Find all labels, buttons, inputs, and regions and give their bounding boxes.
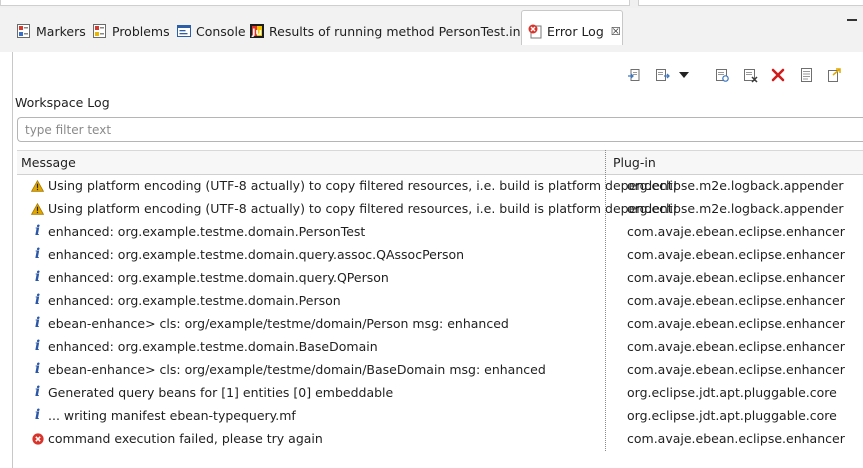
warning-icon xyxy=(31,202,44,215)
side-panel-edge xyxy=(638,0,863,6)
top-strip xyxy=(0,0,863,8)
log-plugin: com.avaje.ebean.eclipse.enhancer xyxy=(627,224,845,239)
log-message: enhanced: org.example.testme.domain.Base… xyxy=(48,339,378,354)
restore-log-icon[interactable] xyxy=(798,67,814,83)
view-menu-dropdown-icon[interactable] xyxy=(676,67,692,83)
log-message: command execution failed, please try aga… xyxy=(48,431,323,446)
log-plugin: com.avaje.ebean.eclipse.enhancer xyxy=(627,339,845,354)
log-row[interactable]: command execution failed, please try aga… xyxy=(17,427,863,450)
log-message: enhanced: org.example.testme.domain.quer… xyxy=(48,247,465,262)
log-message: Generated query beans for [1] entities [… xyxy=(48,385,394,400)
tab-label-markers: Markers xyxy=(36,23,86,39)
log-plugin: com.avaje.ebean.eclipse.enhancer xyxy=(627,362,845,377)
open-log-icon[interactable] xyxy=(714,67,730,83)
log-row[interactable]: i ... writing manifest ebean-typequery.mf… xyxy=(17,404,863,427)
log-message: Using platform encoding (UTF-8 actually)… xyxy=(48,178,678,193)
log-plugin: com.avaje.ebean.eclipse.enhancer xyxy=(627,293,845,308)
log-message: ... writing manifest ebean-typequery.mf xyxy=(48,408,296,423)
column-header-plugin[interactable]: Plug-in xyxy=(613,155,656,170)
export-entry-icon[interactable] xyxy=(826,67,842,83)
log-plugin: org.eclipse.jdt.apt.pluggable.core xyxy=(627,385,837,400)
log-message: Using platform encoding (UTF-8 actually)… xyxy=(48,201,678,216)
tab-junit-results[interactable]: Ju Results of running method PersonTest.… xyxy=(249,20,545,42)
log-table-body: Using platform encoding (UTF-8 actually)… xyxy=(17,174,863,450)
tab-label-problems: Problems xyxy=(112,23,170,39)
log-plugin: com.avaje.ebean.eclipse.enhancer xyxy=(627,247,845,262)
view-tab-bar: Markers Problems Console Ju Results of r… xyxy=(0,8,863,52)
tab-error-log[interactable]: Error Log ☒ xyxy=(521,10,623,45)
info-icon: i xyxy=(34,315,41,331)
log-plugin: com.avaje.ebean.eclipse.enhancer xyxy=(627,316,845,331)
tab-label-console: Console xyxy=(196,23,246,39)
log-row[interactable]: i enhanced: org.example.testme.domain.Bas… xyxy=(17,335,863,358)
tab-label-junit-results: Results of running method PersonTest.ins… xyxy=(269,23,545,39)
log-message: enhanced: org.example.testme.domain.quer… xyxy=(48,270,389,285)
workspace-log-title: Workspace Log xyxy=(15,95,110,110)
tab-problems[interactable]: Problems xyxy=(92,20,170,42)
svg-text:Ju: Ju xyxy=(251,28,262,38)
table-header: Message Plug-in xyxy=(17,150,863,175)
export-log-icon[interactable] xyxy=(626,67,642,83)
log-plugin: org.eclipse.m2e.logback.appender xyxy=(627,201,844,216)
info-icon: i xyxy=(34,384,41,400)
log-message: enhanced: org.example.testme.domain.Pers… xyxy=(48,224,366,239)
log-row[interactable]: i ebean-enhance> cls: org/example/testme/… xyxy=(17,358,863,381)
info-icon: i xyxy=(34,338,41,354)
view-toolbar xyxy=(626,66,854,84)
editor-area-edge xyxy=(0,0,630,6)
log-plugin: org.eclipse.jdt.apt.pluggable.core xyxy=(627,408,837,423)
log-message: ebean-enhance> cls: org/example/testme/d… xyxy=(48,316,509,331)
tab-console[interactable]: Console xyxy=(176,20,246,42)
info-icon: i xyxy=(34,292,41,308)
log-row[interactable]: i ebean-enhance> cls: org/example/testme/… xyxy=(17,312,863,335)
info-icon: i xyxy=(34,407,41,423)
column-header-message[interactable]: Message xyxy=(21,155,76,170)
warning-icon xyxy=(31,179,44,192)
log-row[interactable]: i enhanced: org.example.testme.domain.que… xyxy=(17,266,863,289)
log-row[interactable]: Using platform encoding (UTF-8 actually)… xyxy=(17,197,863,220)
log-plugin: com.avaje.ebean.eclipse.enhancer xyxy=(627,431,845,446)
close-tab-icon[interactable]: ☒ xyxy=(611,25,621,38)
filter-field[interactable] xyxy=(17,117,863,142)
log-plugin: com.avaje.ebean.eclipse.enhancer xyxy=(627,270,845,285)
info-icon: i xyxy=(34,361,41,377)
log-message: ebean-enhance> cls: org/example/testme/d… xyxy=(48,362,546,377)
minimize-view-icon[interactable] xyxy=(847,19,857,21)
log-row[interactable]: i enhanced: org.example.testme.domain.que… xyxy=(17,243,863,266)
error-log-icon xyxy=(528,24,542,39)
markers-icon xyxy=(17,24,30,38)
delete-log-icon[interactable] xyxy=(770,67,786,83)
error-icon xyxy=(31,432,44,445)
clear-log-icon[interactable] xyxy=(742,67,758,83)
log-row[interactable]: Using platform encoding (UTF-8 actually)… xyxy=(17,174,863,197)
log-row[interactable]: i enhanced: org.example.testme.domain.Per… xyxy=(17,220,863,243)
log-row[interactable]: i Generated query beans for [1] entities … xyxy=(17,381,863,404)
problems-icon xyxy=(93,24,106,38)
log-message: enhanced: org.example.testme.domain.Pers… xyxy=(48,293,341,308)
tab-markers[interactable]: Markers xyxy=(16,20,86,42)
log-row[interactable]: i enhanced: org.example.testme.domain.Per… xyxy=(17,289,863,312)
info-icon: i xyxy=(34,223,41,239)
log-plugin: org.eclipse.m2e.logback.appender xyxy=(627,178,844,193)
import-log-icon[interactable] xyxy=(654,67,670,83)
junit-results-icon: Ju xyxy=(250,24,264,38)
filter-input[interactable] xyxy=(23,118,839,141)
info-icon: i xyxy=(34,246,41,262)
console-icon xyxy=(177,25,191,37)
info-icon: i xyxy=(34,269,41,285)
tab-label-error-log: Error Log xyxy=(547,23,604,39)
column-separator[interactable] xyxy=(605,150,606,451)
